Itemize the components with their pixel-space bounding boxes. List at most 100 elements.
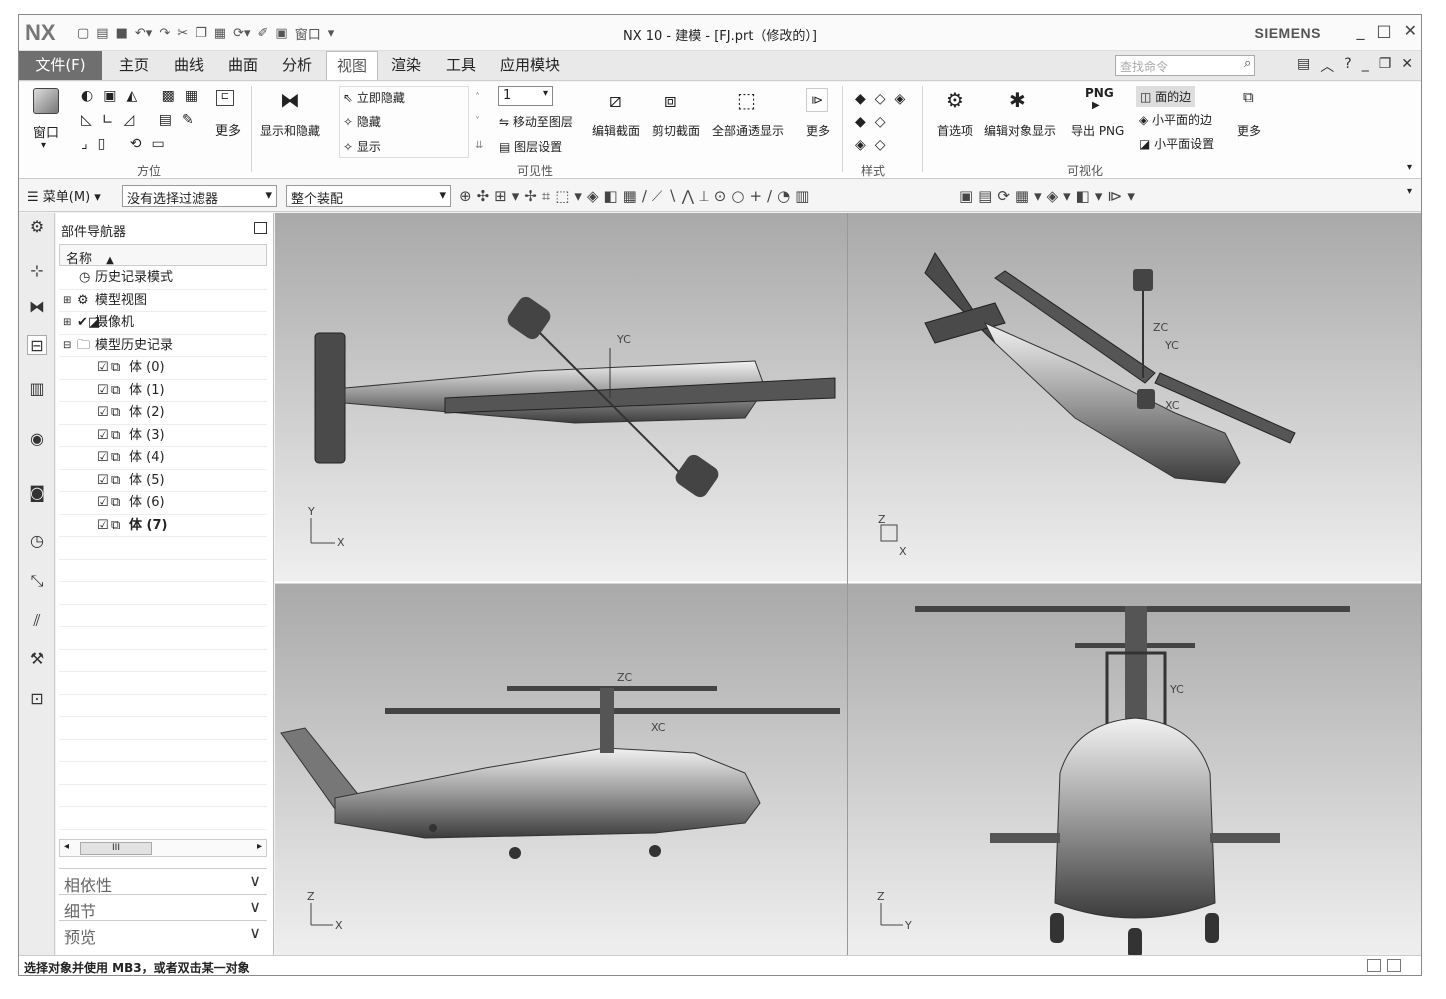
gear-icon[interactable]: ⚙ bbox=[27, 217, 47, 237]
layer-select[interactable]: 1 ▾ bbox=[498, 86, 553, 106]
expand-icon[interactable]: ⊞ bbox=[63, 290, 71, 312]
tree-node[interactable]: ☑ ⧉ 体 (2) bbox=[59, 402, 267, 425]
details-panel[interactable]: 细节 ∨ bbox=[59, 894, 267, 921]
tree-node[interactable]: ⊞ ✔◪ 摄像机 bbox=[59, 312, 267, 335]
show-hide-icon[interactable]: ⧓ bbox=[280, 88, 300, 112]
cut-icon[interactable]: ✂ bbox=[177, 26, 188, 41]
snap-point-icons[interactable]: ⊕✣⊞▾✢⌗⬚▾◈◧▦∕⟋∖⋀⟂⊙○+∕◔▥ bbox=[459, 187, 814, 205]
constraint-navigator-icon[interactable]: ⧓ bbox=[27, 297, 47, 317]
tab-curve[interactable]: 曲线 bbox=[174, 51, 204, 80]
manufacturing-wizard-icon[interactable]: ⚒ bbox=[27, 649, 47, 669]
system-material-icon[interactable]: ⤡ bbox=[27, 571, 47, 591]
scroll-left-icon[interactable]: ◂ bbox=[64, 841, 69, 852]
maximize-icon[interactable] bbox=[254, 222, 267, 234]
clip-section-icon[interactable]: ⧈ bbox=[664, 88, 677, 112]
tab-view[interactable]: 视图 bbox=[326, 51, 379, 80]
tab-tools[interactable]: 工具 bbox=[446, 51, 476, 80]
file-menu[interactable]: 文件(F) bbox=[19, 51, 102, 80]
preferences-icon[interactable]: ⚙ bbox=[946, 88, 964, 112]
orient-icons-row2[interactable]: ◺∟◿ ▤✎ bbox=[81, 112, 204, 128]
close-icon[interactable]: ✕ bbox=[1404, 21, 1417, 40]
facet-edges-toggle[interactable]: ◈ 小平面的边 bbox=[1139, 111, 1212, 128]
tab-surface[interactable]: 曲面 bbox=[228, 51, 258, 80]
tree-node[interactable]: ☑ ⧉ 体 (6) bbox=[59, 492, 267, 515]
command-finder-input[interactable]: 查找命令 bbox=[1115, 55, 1255, 76]
preview-panel[interactable]: 预览 ∨ bbox=[59, 920, 267, 947]
clip-section-button[interactable]: 剪切截面 bbox=[652, 122, 700, 139]
object-display-icon[interactable]: ✱ bbox=[1009, 88, 1026, 112]
tree-node[interactable]: ⊟ 🗀 模型历史记录 bbox=[59, 335, 267, 357]
edit-section-button[interactable]: 编辑截面 bbox=[592, 122, 640, 139]
window-button[interactable]: 窗口 bbox=[33, 122, 59, 141]
checkbox-icon[interactable]: ☑ bbox=[97, 380, 109, 402]
dependencies-panel[interactable]: 相依性 ∨ bbox=[59, 868, 267, 895]
tab-render[interactable]: 渲染 bbox=[391, 51, 421, 80]
checkbox-icon[interactable]: ☑ bbox=[97, 425, 109, 447]
repeat-command-icon[interactable]: ⟳▾ bbox=[233, 26, 250, 41]
tree-node[interactable]: ☑ ⧉ 体 (7) bbox=[59, 515, 267, 537]
checkbox-icon[interactable]: ☑ bbox=[97, 470, 109, 492]
tree-node[interactable]: ☑ ⧉ 体 (1) bbox=[59, 380, 267, 402]
new-icon[interactable]: ▢ bbox=[77, 26, 89, 41]
view-tool-icons[interactable]: ▣▤⟳▦▾◈▾◧▾⧐▾ bbox=[959, 187, 1140, 205]
tab-analysis[interactable]: 分析 bbox=[282, 51, 312, 80]
layer-settings-button[interactable]: ▤ 图层设置 bbox=[499, 138, 562, 155]
save-icon[interactable]: ■ bbox=[116, 26, 128, 41]
all-transparent-button[interactable]: 全部通透显示 bbox=[712, 122, 784, 139]
tree-node[interactable]: ☑ ⧉ 体 (0) bbox=[59, 357, 267, 380]
process-studio-icon[interactable]: ⫽ bbox=[27, 611, 47, 631]
undo-icon[interactable]: ↶▾ bbox=[135, 26, 152, 41]
menu-button[interactable]: ☰ 菜单(M) ▾ bbox=[27, 186, 101, 205]
transparent-icon[interactable]: ⬚ bbox=[737, 88, 756, 112]
export-png-button[interactable]: 导出 PNG bbox=[1071, 122, 1124, 139]
status-icon[interactable] bbox=[1387, 959, 1401, 972]
edit-object-display-button[interactable]: 编辑对象显示 bbox=[984, 122, 1056, 139]
checkbox-icon[interactable]: ☑ bbox=[97, 492, 109, 514]
minimize-icon[interactable]: _ bbox=[1356, 21, 1364, 40]
status-icon[interactable] bbox=[1367, 959, 1381, 972]
help-icon[interactable]: ? bbox=[1344, 56, 1351, 76]
restore-icon[interactable]: ❐ bbox=[1379, 56, 1392, 76]
ribbon-options-icon[interactable]: ▾ bbox=[1407, 162, 1412, 173]
show-hide-button[interactable]: 显示和隐藏 bbox=[260, 122, 320, 139]
more-orient-button[interactable]: 更多 bbox=[215, 120, 241, 139]
search-icon[interactable]: ⌕ bbox=[1244, 56, 1251, 71]
touch-mode-icon[interactable]: ✐ bbox=[258, 26, 269, 41]
more-visibility-button[interactable]: 更多 bbox=[806, 122, 830, 139]
window-icon[interactable] bbox=[33, 88, 59, 114]
web-browser-icon[interactable]: ◉ bbox=[27, 429, 47, 449]
checkbox-icon[interactable]: ☑ bbox=[97, 515, 109, 537]
window-icon[interactable]: ▣ bbox=[275, 26, 287, 41]
tree-node[interactable]: ☑ ⧉ 体 (3) bbox=[59, 425, 267, 447]
facet-settings-button[interactable]: ◪ 小平面设置 bbox=[1139, 135, 1214, 152]
window-menu[interactable]: 窗口 bbox=[295, 24, 321, 43]
history-icon[interactable]: ◷ bbox=[27, 531, 47, 551]
more-visual-icon[interactable]: ⧉ bbox=[1243, 88, 1254, 106]
redo-icon[interactable]: ↷ bbox=[159, 26, 170, 41]
edit-section-icon[interactable]: ⧄ bbox=[609, 88, 622, 112]
tab-applications[interactable]: 应用模块 bbox=[500, 51, 560, 80]
show-button[interactable]: ✧ 显示 bbox=[343, 138, 381, 155]
horizontal-scrollbar[interactable]: ◂ III ▸ bbox=[59, 839, 267, 857]
orient-icons-row3[interactable]: ⌟▯ ⟲▭ bbox=[81, 136, 175, 152]
face-edges-toggle[interactable]: ◫ 面的边 bbox=[1136, 86, 1196, 107]
close-icon[interactable]: ✕ bbox=[1401, 56, 1413, 76]
name-column-header[interactable]: 名称 ▲ bbox=[59, 244, 267, 267]
assembly-navigator-icon[interactable]: ⊹ bbox=[27, 261, 47, 281]
toolbar-options-icon[interactable]: ▾ bbox=[1407, 186, 1412, 197]
hide-immediate-button[interactable]: ⇖ 立即隐藏 bbox=[343, 89, 405, 106]
tree-node[interactable]: ☑ ⧉ 体 (4) bbox=[59, 447, 267, 470]
nx-logo[interactable]: NX bbox=[25, 20, 56, 46]
preferences-button[interactable]: 首选项 bbox=[937, 122, 973, 139]
fit-icon[interactable]: ⊏ bbox=[216, 90, 234, 106]
minimize-icon[interactable]: _ bbox=[1362, 56, 1369, 76]
roles-icon[interactable]: ⊡ bbox=[27, 689, 47, 709]
scope-select[interactable]: 整个装配 ▾ bbox=[286, 185, 451, 207]
maximize-icon[interactable]: □ bbox=[1376, 21, 1391, 40]
style-icons[interactable]: ◆◇◈ ◆◇ ◈◇ bbox=[855, 88, 914, 157]
paste-icon[interactable]: ▦ bbox=[214, 26, 226, 41]
ribbon-display-icon[interactable]: ▤ bbox=[1297, 56, 1310, 76]
gallery-scroll[interactable]: ˄ ˅ ⇊ bbox=[475, 86, 483, 158]
expand-icon[interactable]: ⊞ bbox=[63, 312, 71, 334]
checkbox-icon[interactable]: ☑ bbox=[97, 402, 109, 424]
